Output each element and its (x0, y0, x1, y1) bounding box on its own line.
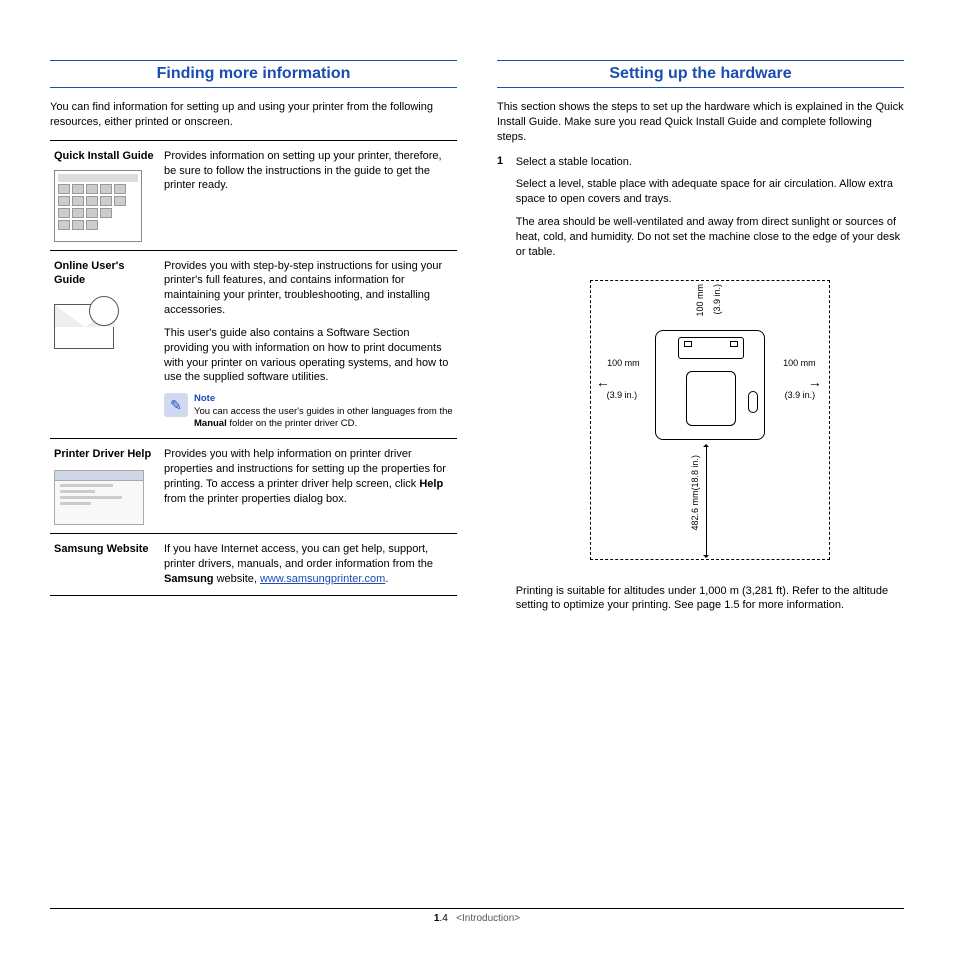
arrow-left-icon (596, 374, 610, 390)
arrow-vertical-icon (706, 445, 707, 557)
section-rule (497, 60, 904, 61)
row-desc-post: from the printer properties dialog box. (164, 493, 347, 505)
step-1: 1 Select a stable location. Select a lev… (497, 155, 904, 622)
step-paragraph: Select a level, stable place with adequa… (516, 177, 904, 207)
section-title-finding-info: Finding more information (50, 65, 457, 88)
note-text-bold: Manual (194, 418, 227, 429)
cd-envelope-icon (54, 296, 124, 351)
note-title: Note (194, 393, 453, 405)
step-paragraph: The area should be well-ventilated and a… (516, 215, 904, 260)
row-label: Printer Driver Help (54, 448, 151, 460)
page-footer: 1.4 <Introduction> (50, 908, 904, 924)
row-label: Samsung Website (50, 534, 160, 596)
quick-install-thumbnail (54, 170, 142, 242)
dim-right-mm: 100 mm (783, 358, 816, 368)
table-row: Quick Install Guide Provides information… (50, 140, 457, 250)
row-desc-pre: If you have Internet access, you can get… (164, 543, 433, 570)
right-column: Setting up the hardware This section sho… (497, 60, 904, 629)
row-desc-bold: Samsung (164, 573, 214, 585)
samsung-website-link[interactable]: www.samsungprinter.com (260, 573, 385, 585)
table-row: Printer Driver Help Provides you with he… (50, 439, 457, 534)
footer-section: <Introduction> (456, 913, 520, 924)
dim-left-mm: 100 mm (607, 358, 640, 368)
row-label: Online User's Guide (54, 260, 124, 287)
left-column: Finding more information You can find in… (50, 60, 457, 629)
resources-table: Quick Install Guide Provides information… (50, 140, 457, 596)
note-text-pre: You can access the user's guides in othe… (194, 406, 453, 417)
section-title-setup-hardware: Setting up the hardware (497, 65, 904, 88)
step-number: 1 (497, 155, 504, 622)
table-row: Samsung Website If you have Internet acc… (50, 534, 457, 596)
printer-icon (655, 330, 765, 440)
row-desc-pre: Provides you with help information on pr… (164, 448, 446, 490)
row-desc-2: This user's guide also contains a Softwa… (164, 326, 453, 385)
two-column-layout: Finding more information You can find in… (50, 60, 904, 629)
dim-left-in: (3.9 in.) (607, 390, 638, 400)
step-paragraph: Printing is suitable for altitudes under… (516, 584, 904, 614)
footer-page: .4 (439, 913, 447, 924)
row-desc: Provides information on setting up your … (160, 140, 457, 250)
arrow-right-icon (808, 374, 822, 390)
left-intro: You can find information for setting up … (50, 100, 457, 130)
step-title: Select a stable location. (516, 155, 904, 170)
row-desc: Provides you with step-by-step instructi… (164, 260, 442, 317)
dim-right-in: (3.9 in.) (785, 390, 816, 400)
driver-help-thumbnail (54, 470, 144, 525)
table-row: Online User's Guide Provides you with st… (50, 250, 457, 439)
note-text-post: folder on the printer driver CD. (227, 418, 357, 429)
section-rule (50, 60, 457, 61)
dim-top-in: (3.9 in.) (712, 284, 722, 315)
dim-top-mm: 100 mm (695, 284, 705, 317)
note-block: ✎ Note You can access the user's guides … (164, 393, 453, 430)
row-desc-bold: Help (419, 478, 443, 490)
row-desc-post: website, (214, 573, 260, 585)
note-icon: ✎ (164, 393, 188, 417)
right-intro: This section shows the steps to set up t… (497, 100, 904, 145)
dim-front: 482.6 mm(18.8 in.) (690, 455, 700, 531)
clearance-diagram: 100 mm (3.9 in.) 100 mm (3.9 in.) (540, 270, 880, 570)
row-desc-period: . (385, 573, 388, 585)
row-label: Quick Install Guide (54, 150, 154, 162)
